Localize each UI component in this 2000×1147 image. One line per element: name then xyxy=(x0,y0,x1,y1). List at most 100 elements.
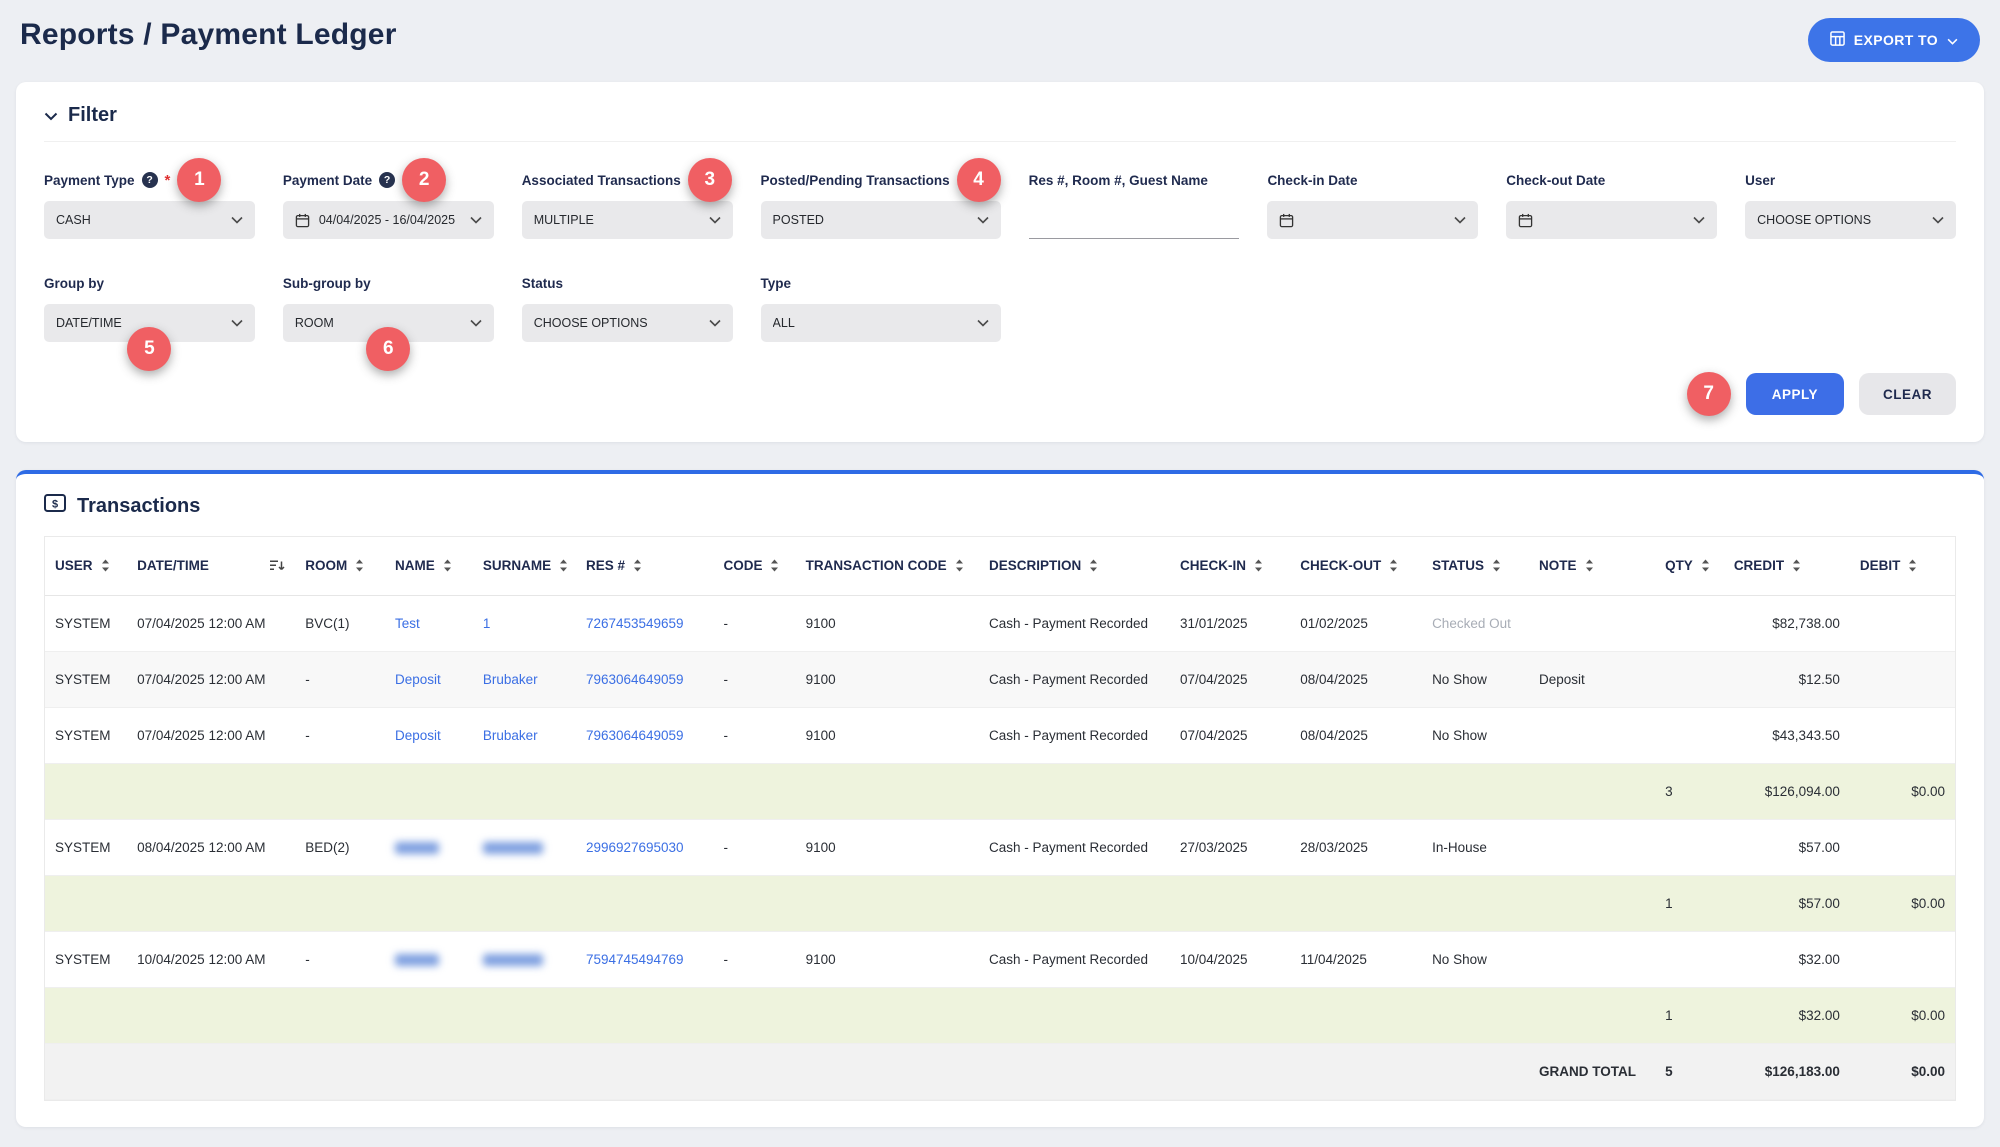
subtotal-cell-checkin xyxy=(1170,987,1290,1043)
sort-icon[interactable] xyxy=(955,559,964,572)
subtotal-cell-status xyxy=(1422,987,1529,1043)
column-header-credit[interactable]: CREDIT xyxy=(1724,537,1850,595)
cell-credit: $32.00 xyxy=(1724,931,1850,987)
res-number-link[interactable]: 7963064649059 xyxy=(586,728,684,743)
subtotal-cell-qty: 1 xyxy=(1655,987,1724,1043)
sort-icon[interactable] xyxy=(633,559,642,572)
user-select[interactable]: CHOOSE OPTIONS xyxy=(1745,201,1956,239)
payment-type-select[interactable]: CASH xyxy=(44,201,255,239)
sort-icon[interactable] xyxy=(1585,559,1594,572)
column-header-checkout[interactable]: CHECK-OUT xyxy=(1290,537,1422,595)
sort-icon[interactable] xyxy=(1492,559,1501,572)
name-link[interactable]: Test xyxy=(395,616,420,631)
subtotal-row: 1$57.00$0.00 xyxy=(45,875,1955,931)
calendar-icon xyxy=(1518,213,1533,228)
grand-total-cell-code xyxy=(713,1043,795,1099)
check-out-date-picker[interactable] xyxy=(1506,201,1717,239)
cell-user: SYSTEM xyxy=(45,707,127,763)
cell-user: SYSTEM xyxy=(45,931,127,987)
surname-link[interactable]: Brubaker xyxy=(483,728,538,743)
chevron-down-icon xyxy=(470,319,482,327)
transactions-header: $ Transactions xyxy=(44,494,1956,518)
column-header-room[interactable]: ROOM xyxy=(295,537,385,595)
column-header-status[interactable]: STATUS xyxy=(1422,537,1529,595)
res-number-link[interactable]: 2996927695030 xyxy=(586,840,684,855)
subtotal-cell-code xyxy=(713,987,795,1043)
column-header-checkin[interactable]: CHECK-IN xyxy=(1170,537,1290,595)
help-icon[interactable]: ? xyxy=(142,172,158,188)
help-icon[interactable]: ? xyxy=(379,172,395,188)
filter-field-posted-pending-transactions: Posted/Pending Transactions4 POSTED xyxy=(761,168,1001,239)
name-link[interactable]: Deposit xyxy=(395,728,441,743)
step-badge-4: 4 xyxy=(957,158,1001,202)
name-link[interactable]: Deposit xyxy=(395,672,441,687)
column-header-datetime[interactable]: DATE/TIME xyxy=(127,537,295,595)
apply-button[interactable]: APPLY xyxy=(1746,373,1844,415)
redacted-name xyxy=(395,842,439,854)
sort-icon[interactable] xyxy=(355,559,364,572)
money-icon: $ xyxy=(44,494,66,518)
column-header-code[interactable]: CODE xyxy=(713,537,795,595)
cell-checkout: 08/04/2025 xyxy=(1290,707,1422,763)
column-label: NAME xyxy=(395,558,435,573)
grand-total-cell-name xyxy=(385,1043,473,1099)
step-badge-5: 5 xyxy=(127,327,171,371)
sort-icon[interactable] xyxy=(1389,559,1398,572)
cell-datetime: 10/04/2025 12:00 AM xyxy=(127,931,295,987)
column-header-surname[interactable]: SURNAME xyxy=(473,537,576,595)
step-badge-2: 2 xyxy=(402,158,446,202)
cell-surname: Brubaker xyxy=(473,707,576,763)
associated-transactions-select[interactable]: MULTIPLE xyxy=(522,201,733,239)
filter-label-posted-pending-transactions: Posted/Pending Transactions4 xyxy=(761,168,1001,192)
column-header-note[interactable]: NOTE xyxy=(1529,537,1655,595)
sort-icon[interactable] xyxy=(559,559,568,572)
clear-button[interactable]: CLEAR xyxy=(1859,373,1956,415)
sort-icon[interactable] xyxy=(101,559,110,572)
surname-link[interactable]: Brubaker xyxy=(483,672,538,687)
res-number-link[interactable]: 7267453549659 xyxy=(586,616,684,631)
res-room-guest-name-input[interactable] xyxy=(1029,201,1240,239)
subtotal-cell-qty: 1 xyxy=(1655,875,1724,931)
check-in-date-picker[interactable] xyxy=(1267,201,1478,239)
sort-icon[interactable] xyxy=(1701,559,1710,572)
sort-icon[interactable] xyxy=(1792,559,1801,572)
sort-icon[interactable] xyxy=(770,559,779,572)
res-number-link[interactable]: 7594745494769 xyxy=(586,952,684,967)
grand-total-cell-note: GRAND TOTAL xyxy=(1529,1043,1655,1099)
status-select[interactable]: CHOOSE OPTIONS xyxy=(522,304,733,342)
subtotal-cell-debit: $0.00 xyxy=(1850,987,1955,1043)
type-select[interactable]: ALL xyxy=(761,304,1001,342)
posted-pending-transactions-select[interactable]: POSTED xyxy=(761,201,1001,239)
transaction-row: SYSTEM07/04/2025 12:00 AM-DepositBrubake… xyxy=(45,707,1955,763)
filter-label-text: Posted/Pending Transactions xyxy=(761,173,950,188)
subtotal-cell-note xyxy=(1529,763,1655,819)
filter-label-status: Status xyxy=(522,271,733,295)
sort-icon[interactable] xyxy=(1908,559,1917,572)
column-label: QTY xyxy=(1665,558,1693,573)
column-header-debit[interactable]: DEBIT xyxy=(1850,537,1955,595)
transactions-table: USERDATE/TIMEROOM NAME SURNAMERES #CODETRA… xyxy=(45,537,1955,1100)
grand-total-cell-user xyxy=(45,1043,127,1099)
column-header-user[interactable]: USER xyxy=(45,537,127,595)
cell-checkin: 27/03/2025 xyxy=(1170,819,1290,875)
column-header-transaction_code[interactable]: TRANSACTION CODE xyxy=(796,537,979,595)
selected-value: MULTIPLE xyxy=(534,213,594,227)
sort-active-icon[interactable] xyxy=(270,559,285,572)
step-badge-7: 7 xyxy=(1687,372,1731,416)
sort-icon[interactable] xyxy=(1089,559,1098,572)
filter-label-text: User xyxy=(1745,173,1775,188)
column-header-name[interactable]: NAME xyxy=(385,537,473,595)
sort-icon[interactable] xyxy=(443,559,452,572)
grand-total-cell-datetime xyxy=(127,1043,295,1099)
filter-label-associated-transactions: Associated Transactions3 xyxy=(522,168,733,192)
column-header-res[interactable]: RES # xyxy=(576,537,714,595)
sort-icon[interactable] xyxy=(1254,559,1263,572)
export-to-button[interactable]: EXPORT TO xyxy=(1808,18,1980,62)
payment-date-picker[interactable]: 04/04/2025 - 16/04/2025 xyxy=(283,201,494,239)
column-header-description[interactable]: DESCRIPTION xyxy=(979,537,1170,595)
surname-link[interactable]: 1 xyxy=(483,616,491,631)
column-header-qty[interactable]: QTY xyxy=(1655,537,1724,595)
selected-value: CASH xyxy=(56,213,91,227)
res-number-link[interactable]: 7963064649059 xyxy=(586,672,684,687)
filter-collapse-toggle[interactable]: Filter xyxy=(44,100,1956,142)
